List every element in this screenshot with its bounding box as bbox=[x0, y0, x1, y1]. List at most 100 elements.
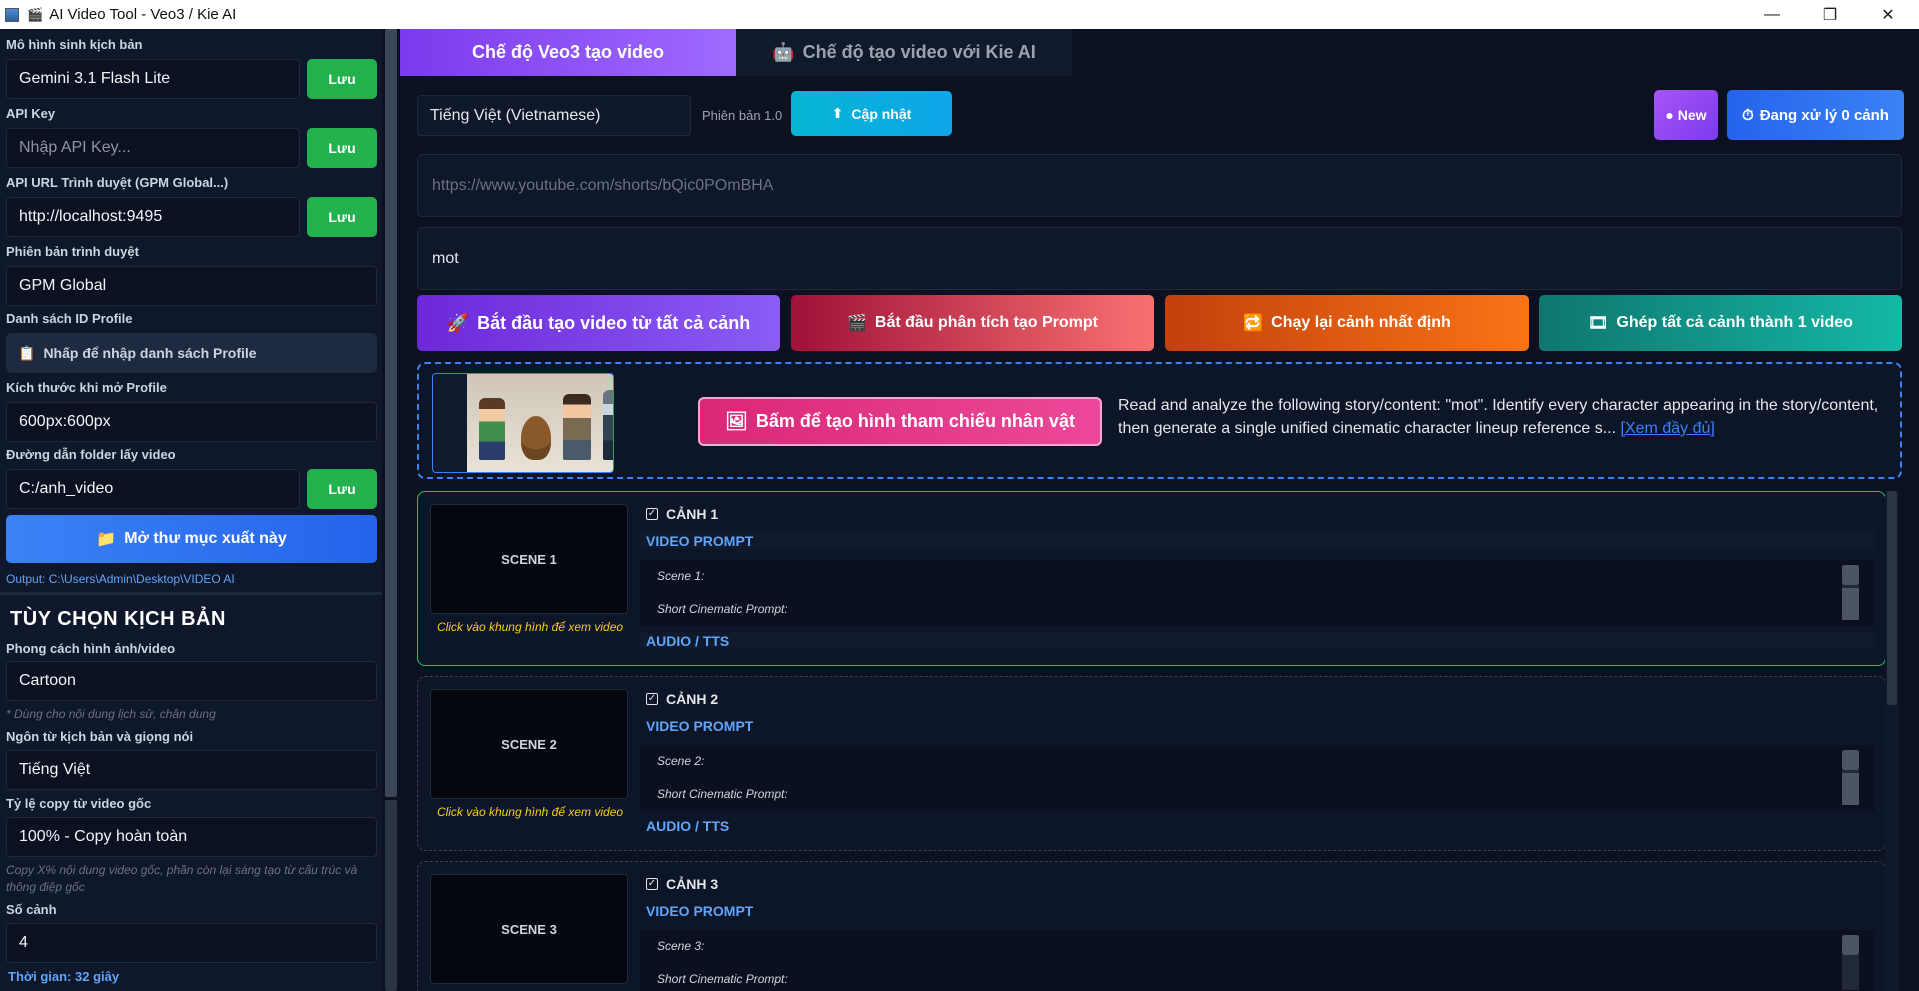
tab-kie-ai-label: Chế độ tạo video với Kie AI bbox=[802, 42, 1036, 62]
api-url-label: API URL Trình duyệt (GPM Global...) bbox=[6, 175, 229, 190]
style-select[interactable]: Cartoon bbox=[6, 661, 377, 701]
tab-veo3[interactable]: Chế độ Veo3 tạo video bbox=[400, 29, 736, 76]
model-select[interactable]: Gemini 3.1 Flash Lite bbox=[6, 59, 300, 99]
audio-tts-label: AUDIO / TTS bbox=[646, 633, 730, 649]
audio-header-bar bbox=[640, 632, 1875, 649]
prompt-line-scene: Scene 1: bbox=[657, 569, 705, 583]
scene-card: SCENE 3 ✓ CẢNH 3 VIDEO PROMPT Scene 3: S… bbox=[417, 861, 1886, 991]
processing-label: Đang xử lý 0 cảnh bbox=[1759, 106, 1889, 124]
start-all-label: Bắt đầu tạo video từ tất cả cảnh bbox=[477, 312, 751, 333]
folder-label: Đường dẫn folder lấy video bbox=[6, 447, 176, 462]
update-label: Cập nhật bbox=[851, 105, 912, 122]
output-path: Output: C:\Users\Admin\Desktop\VIDEO AI bbox=[6, 572, 235, 586]
video-prompt-textarea[interactable]: Scene 3: Short Cinematic Prompt: bbox=[640, 930, 1875, 991]
main-panel: Chế độ Veo3 tạo video 🤖 Chế độ tạo video… bbox=[400, 29, 1919, 991]
copy-ratio-select[interactable]: 100% - Copy hoàn toàn bbox=[6, 817, 377, 857]
save-api-key-button[interactable]: Lưu bbox=[307, 128, 377, 168]
duration-text: Thời gian: 32 giây bbox=[8, 969, 120, 984]
minimize-button[interactable]: — bbox=[1743, 0, 1801, 29]
title-bar: 🎬 AI Video Tool - Veo3 / Kie AI — ❐ ✕ bbox=[0, 0, 1919, 29]
see-full-link[interactable]: [Xem đầy đủ] bbox=[1621, 420, 1715, 437]
checkbox-icon[interactable]: ✓ bbox=[646, 508, 658, 520]
sidebar: Mô hình sinh kịch bản Gemini 3.1 Flash L… bbox=[0, 29, 382, 991]
video-prompt-label: VIDEO PROMPT bbox=[646, 718, 754, 734]
timer-icon: ⏱ bbox=[1742, 106, 1754, 124]
output-language-select[interactable]: Tiếng Việt (Vietnamese) bbox=[417, 95, 691, 136]
sidebar-scroll-thumb[interactable] bbox=[385, 29, 397, 797]
reference-prompt-body: Read and analyze the following story/con… bbox=[1118, 397, 1879, 437]
video-url-input[interactable]: https://www.youtube.com/shorts/bQic0POmB… bbox=[417, 154, 1902, 217]
scene-preview-hint: Click vào khung hình để xem video bbox=[436, 805, 624, 819]
update-button[interactable]: ⬆ Cập nhật bbox=[791, 91, 952, 136]
generate-character-reference-button[interactable]: 🖼 Bấm để tạo hình tham chiếu nhân vật bbox=[698, 397, 1102, 446]
folder-input[interactable]: C:/anh_video bbox=[6, 469, 300, 509]
app-icon bbox=[5, 7, 19, 22]
scene-preview-hint: Click vào khung hình để xem video bbox=[436, 620, 624, 634]
new-button[interactable]: ● New bbox=[1654, 90, 1718, 140]
close-button[interactable]: ✕ bbox=[1859, 0, 1917, 29]
upload-icon: ⬆ bbox=[831, 105, 844, 121]
import-profiles-button[interactable]: 📋 Nhấp để nhập danh sách Profile bbox=[6, 333, 377, 373]
prompt-scroll-up[interactable] bbox=[1842, 750, 1859, 770]
scenes-scroll-thumb[interactable] bbox=[1887, 491, 1897, 705]
open-output-folder-button[interactable]: 📁 Mở thư mục xuất này bbox=[6, 515, 377, 563]
image-icon: 🖼 bbox=[725, 411, 748, 431]
audio-tts-label: AUDIO / TTS bbox=[646, 818, 730, 834]
save-api-url-button[interactable]: Lưu bbox=[307, 197, 377, 237]
video-prompt-label: VIDEO PROMPT bbox=[646, 903, 754, 919]
rerun-label: Chạy lại cảnh nhất định bbox=[1271, 314, 1451, 331]
profile-list-label: Danh sách ID Profile bbox=[6, 311, 133, 326]
scene-card: SCENE 1 Click vào khung hình để xem vide… bbox=[417, 491, 1886, 666]
checkbox-icon[interactable]: ✓ bbox=[646, 693, 658, 705]
start-all-scenes-button[interactable]: 🚀 Bắt đầu tạo video từ tất cả cảnh bbox=[417, 295, 780, 351]
browser-version-label: Phiên bản trình duyệt bbox=[6, 244, 139, 259]
rocket-icon: 🚀 bbox=[446, 312, 470, 333]
scene-title: CẢNH 2 bbox=[666, 691, 719, 707]
video-prompt-textarea[interactable]: Scene 2: Short Cinematic Prompt: bbox=[640, 745, 1875, 811]
robot-icon: 🤖 bbox=[772, 42, 795, 62]
film-strip-icon: 🎞 bbox=[1588, 315, 1609, 332]
video-prompt-label: VIDEO PROMPT bbox=[646, 533, 754, 549]
script-options-title: TÙY CHỌN KỊCH BẢN bbox=[10, 608, 226, 630]
processing-status-button[interactable]: ⏱ Đang xử lý 0 cảnh bbox=[1727, 90, 1904, 140]
analyze-label: Bắt đầu phân tích tạo Prompt bbox=[874, 314, 1099, 331]
profile-size-label: Kích thước khi mở Profile bbox=[6, 380, 167, 395]
scene-video-preview[interactable]: SCENE 3 bbox=[430, 874, 628, 984]
language-select[interactable]: Tiếng Việt bbox=[6, 750, 377, 790]
scene-header: ✓ CẢNH 1 bbox=[646, 506, 718, 522]
character-reference-panel: 🖼 Bấm để tạo hình tham chiếu nhân vật Re… bbox=[417, 362, 1902, 479]
prompt-scroll-up[interactable] bbox=[1842, 565, 1859, 585]
character-reference-thumbnail[interactable] bbox=[432, 373, 614, 473]
scene-header: ✓ CẢNH 3 bbox=[646, 876, 718, 892]
rerun-scene-button[interactable]: 🔁 Chạy lại cảnh nhất định bbox=[1165, 295, 1529, 351]
import-profiles-label: Nhấp để nhập danh sách Profile bbox=[43, 345, 257, 361]
prompt-scroll-up[interactable] bbox=[1842, 935, 1859, 955]
prompt-scroll-thumb[interactable] bbox=[1842, 773, 1859, 805]
scene-video-preview[interactable]: SCENE 2 bbox=[430, 689, 628, 799]
merge-scenes-button[interactable]: 🎞 Ghép tất cả cảnh thành 1 video bbox=[1539, 295, 1902, 351]
tab-kie-ai[interactable]: 🤖 Chế độ tạo video với Kie AI bbox=[736, 29, 1072, 76]
model-label: Mô hình sinh kịch bản bbox=[6, 37, 143, 52]
prompt-scroll-thumb[interactable] bbox=[1842, 588, 1859, 620]
clapperboard-icon: 🎬 bbox=[27, 6, 44, 22]
analyze-prompt-button[interactable]: 🎬 Bắt đầu phân tích tạo Prompt bbox=[791, 295, 1154, 351]
scene-title: CẢNH 1 bbox=[666, 506, 719, 522]
prompt-line-scene: Scene 3: bbox=[657, 939, 705, 953]
scene-video-preview[interactable]: SCENE 1 bbox=[430, 504, 628, 614]
scene-card: SCENE 2 Click vào khung hình để xem vide… bbox=[417, 676, 1886, 851]
api-url-input[interactable]: http://localhost:9495 bbox=[6, 197, 300, 237]
video-prompt-textarea[interactable]: Scene 1: Short Cinematic Prompt: bbox=[640, 560, 1875, 626]
scene-count-input[interactable]: 4 bbox=[6, 923, 377, 963]
profile-size-input[interactable]: 600px:600px bbox=[6, 402, 377, 442]
api-key-input[interactable]: Nhập API Key... bbox=[6, 128, 300, 168]
save-model-button[interactable]: Lưu bbox=[307, 59, 377, 99]
language-label: Ngôn từ kịch bản và giọng nói bbox=[6, 729, 194, 744]
checkbox-icon[interactable]: ✓ bbox=[646, 878, 658, 890]
story-input[interactable]: mot bbox=[417, 227, 1902, 290]
maximize-button[interactable]: ❐ bbox=[1801, 0, 1859, 29]
save-folder-button[interactable]: Lưu bbox=[307, 469, 377, 509]
browser-version-select[interactable]: GPM Global bbox=[6, 266, 377, 306]
repeat-icon: 🔁 bbox=[1243, 315, 1264, 332]
prompt-line-short: Short Cinematic Prompt: bbox=[657, 787, 788, 801]
copy-ratio-hint: Copy X% nội dung video gốc, phần còn lại… bbox=[6, 863, 358, 894]
